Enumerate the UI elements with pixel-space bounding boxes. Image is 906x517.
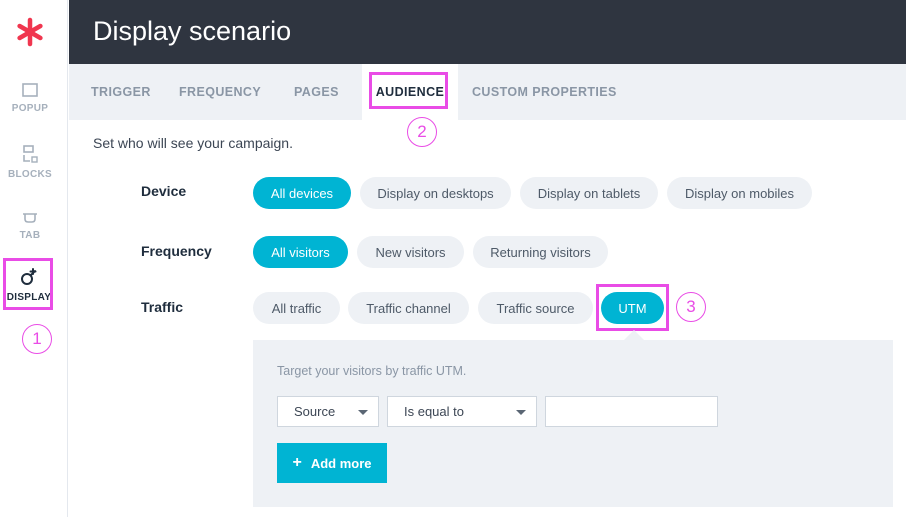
tab-icon [23,212,37,223]
utm-panel-description: Target your visitors by traffic UTM. [277,364,467,378]
traffic-option-all[interactable]: All traffic [253,292,340,324]
frequency-label: Frequency [141,243,212,259]
popup-icon [22,82,38,97]
utm-parameter-select[interactable]: Source [277,396,379,427]
add-more-label: Add more [310,455,372,471]
device-option-mobiles[interactable]: Display on mobiles [667,177,812,209]
utm-operator-value: Is equal to [404,404,464,419]
sidebar-item-tab[interactable]: TAB [0,196,60,256]
device-option-desktops[interactable]: Display on desktops [360,177,511,209]
tab-trigger[interactable]: TRIGGER [91,64,151,120]
chevron-down-icon [358,410,368,415]
tab-custom-properties[interactable]: CUSTOM PROPERTIES [472,64,617,120]
highlight-box-display [3,258,53,310]
device-option-all[interactable]: All devices [253,177,351,209]
annotation-number-1: 1 [22,324,52,354]
sidebar-item-label: BLOCKS [7,168,53,180]
logo-asterisk-icon [17,17,43,47]
plus-icon: + [292,454,302,471]
panel-pointer [624,330,644,340]
annotation-number-2: 2 [407,117,437,147]
utm-operator-select[interactable]: Is equal to [387,396,537,427]
traffic-option-channel[interactable]: Traffic channel [348,292,469,324]
frequency-option-new[interactable]: New visitors [357,236,464,268]
tab-pages[interactable]: PAGES [294,64,339,120]
traffic-option-source[interactable]: Traffic source [478,292,593,324]
utm-value-input[interactable] [545,396,718,427]
page-title: Display scenario [93,16,292,46]
add-more-button[interactable]: + Add more [277,443,387,483]
device-label: Device [141,183,187,199]
blocks-icon [23,144,38,163]
tab-bar: TRIGGER FREQUENCY PAGES AUDIENCE CUSTOM … [69,64,906,120]
annotation-number-3: 3 [676,292,706,322]
frequency-option-all[interactable]: All visitors [253,236,348,268]
device-option-tablets[interactable]: Display on tablets [520,177,658,209]
audience-intro-text: Set who will see your campaign. [93,135,293,151]
sidebar-item-label: POPUP [11,102,49,114]
sidebar: POPUP BLOCKS TAB DISPLAY 1 [0,0,68,517]
highlight-box-utm [596,284,669,331]
page-header: Display scenario [69,0,906,64]
chevron-down-icon [516,410,526,415]
sidebar-item-popup[interactable]: POPUP [0,68,60,128]
tab-frequency[interactable]: FREQUENCY [179,64,261,120]
sidebar-item-blocks[interactable]: BLOCKS [0,132,60,192]
traffic-label: Traffic [141,299,184,315]
sidebar-item-label: TAB [19,229,41,241]
frequency-option-returning[interactable]: Returning visitors [473,236,608,268]
highlight-box-audience [369,72,448,109]
utm-parameter-value: Source [294,404,336,419]
